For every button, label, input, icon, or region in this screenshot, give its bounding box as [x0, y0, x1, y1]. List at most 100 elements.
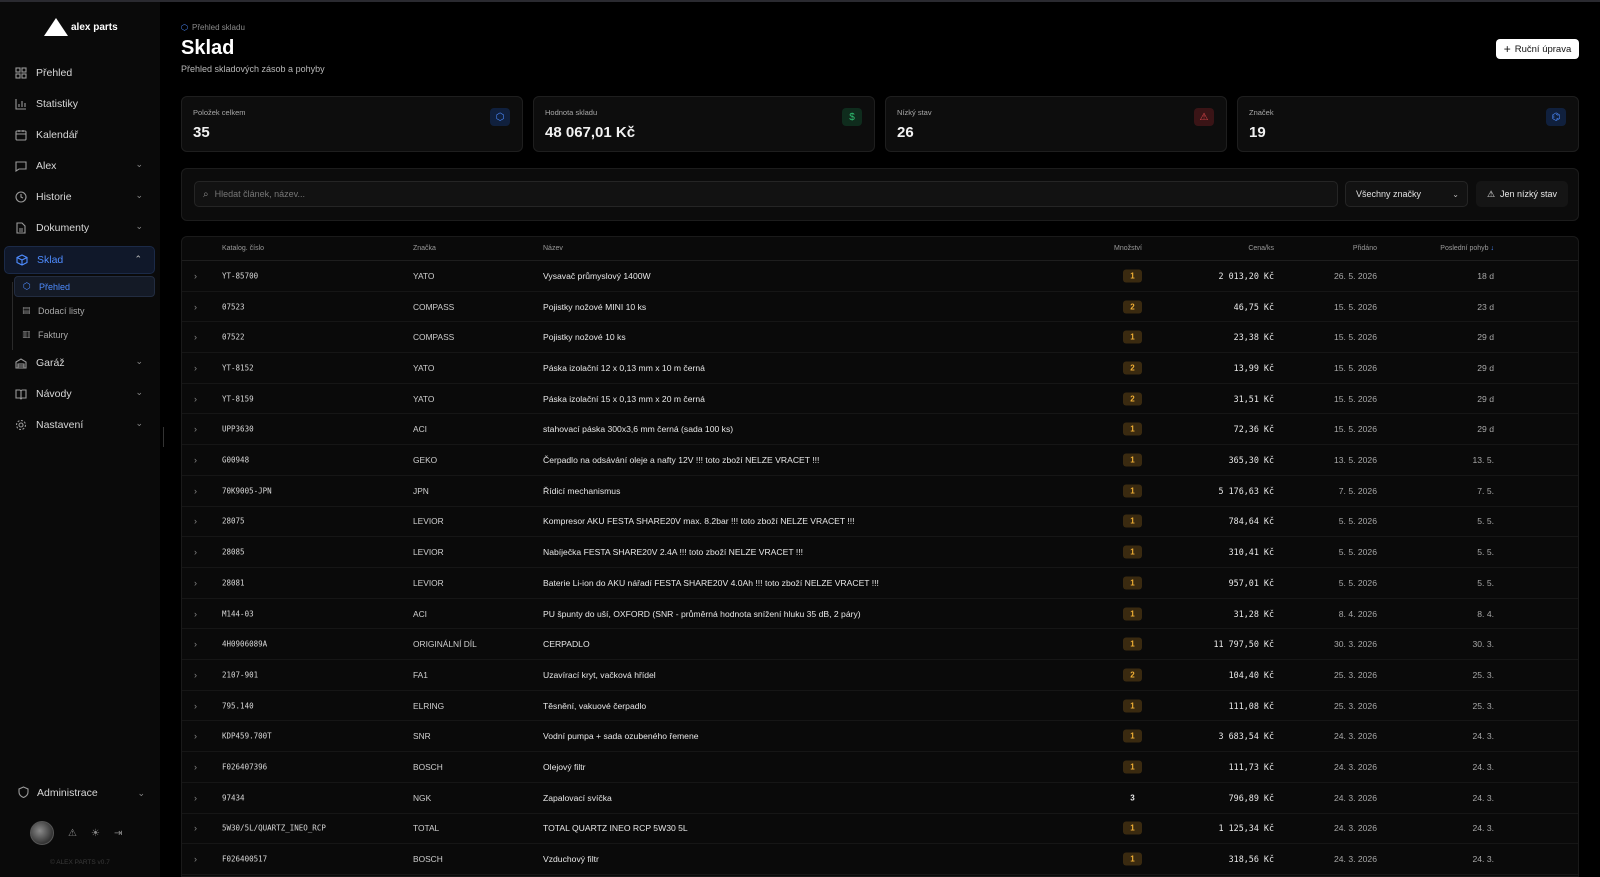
last-movement: 29 d: [1477, 393, 1494, 404]
column-header-name[interactable]: Název: [543, 245, 563, 252]
table-row[interactable]: › F026407396 BOSCH Olejový filtr 1 111,73 Kč 2…: [182, 752, 1578, 783]
expand-chevron-icon[interactable]: ›: [194, 424, 197, 434]
stat-label: Značek: [1249, 108, 1274, 117]
bar-chart-icon: [14, 97, 28, 111]
stat-value: 26: [897, 124, 914, 141]
sidebar-subitem-dodaci-listy[interactable]: ▤ Dodací listy: [14, 300, 155, 321]
column-header-brand[interactable]: Značka: [413, 245, 436, 252]
sidebar-item-historie[interactable]: Historie ⌄: [4, 183, 155, 211]
expand-chevron-icon[interactable]: ›: [194, 271, 197, 281]
table-row[interactable]: › 28081 LEVIOR Baterie Li-ion do AKU nářadí…: [182, 568, 1578, 599]
sidebar-subitem-faktury[interactable]: ▥ Faktury: [14, 324, 155, 345]
sidebar-item-nastaveni[interactable]: Nastavení ⌄: [4, 411, 155, 439]
item-name: CERPADLO: [543, 639, 590, 650]
logo[interactable]: alex parts: [44, 18, 118, 36]
brand: JPN: [413, 485, 429, 496]
table-row[interactable]: › 795.140 ELRING Těsnění, vakuové čerpadlo 1…: [182, 691, 1578, 722]
chevron-down-icon[interactable]: ⌄: [135, 356, 143, 367]
sidebar-item-sklad[interactable]: Sklad ⌃: [4, 246, 155, 274]
expand-chevron-icon[interactable]: ›: [194, 670, 197, 680]
item-name: Pojistky nožové 10 ks: [543, 332, 626, 343]
expand-chevron-icon[interactable]: ›: [194, 486, 197, 496]
expand-chevron-icon[interactable]: ›: [194, 332, 197, 342]
manual-adjust-button[interactable]: + Ruční úprava: [1496, 39, 1579, 59]
date-added: 15. 5. 2026: [1333, 301, 1377, 312]
table-row[interactable]: › 4H0906089A ORIGINÁLNÍ DÍL CERPADLO 1 11 797…: [182, 629, 1578, 661]
warning-icon[interactable]: ⚠: [68, 828, 77, 839]
search-input[interactable]: [214, 189, 1337, 199]
brand-select[interactable]: Všechny značky ⌄: [1345, 181, 1468, 207]
column-header-added[interactable]: Přidáno: [1353, 245, 1377, 252]
table-row[interactable]: › G00948 GEKO Čerpadlo na odsávání oleje a …: [182, 445, 1578, 476]
expand-chevron-icon[interactable]: ›: [194, 823, 197, 833]
sidebar-item-label: Historie: [36, 191, 72, 203]
window-top-border: [0, 0, 1600, 2]
table-row[interactable]: › KDP459.700T SNR Vodní pumpa + sada ozuben…: [182, 722, 1578, 753]
last-movement: 30. 3.: [1472, 639, 1494, 650]
column-header-catalog[interactable]: Katalog. číslo: [222, 245, 264, 252]
table-row[interactable]: › YT-8152 YATO Páska izolační 12 x 0,13 mm …: [182, 353, 1578, 384]
table-row[interactable]: › M144-03 ACI PU špunty do uší, OXFORD (SNR…: [182, 599, 1578, 630]
expand-chevron-icon[interactable]: ›: [194, 609, 197, 619]
chevron-down-icon[interactable]: ⌄: [135, 387, 143, 398]
sidebar-item-prehled[interactable]: Přehled: [4, 59, 155, 87]
stat-label: Položek celkem: [193, 108, 246, 117]
expand-chevron-icon[interactable]: ›: [194, 455, 197, 465]
table-row[interactable]: › 70K9005-JPN JPN Řídicí mechanismus 1 5 176,…: [182, 476, 1578, 507]
low-stock-filter-button[interactable]: ⚠ Jen nízký stav: [1476, 181, 1568, 207]
table-row[interactable]: › 07522 COMPASS Pojistky nožové 10 ks 1 23,38…: [182, 322, 1578, 354]
column-header-last-movement[interactable]: Poslední pohyb ↓: [1440, 245, 1494, 252]
expand-chevron-icon[interactable]: ›: [194, 793, 197, 803]
item-name: Baterie Li-ion do AKU nářadí FESTA SHARE…: [543, 577, 879, 588]
table-row[interactable]: › UPP3630 ACI stahovací páska 300x3,6 mm če…: [182, 415, 1578, 446]
sidebar-item-navody[interactable]: Návody ⌄: [4, 380, 155, 408]
table-row[interactable]: › 07523 COMPASS Pojistky nožové MINI 10 ks 2…: [182, 292, 1578, 323]
sidebar-item-statistiky[interactable]: Statistiky: [4, 90, 155, 118]
sidebar-subitem-prehled[interactable]: ⬡ Přehled: [14, 276, 155, 297]
table-row[interactable]: › 28085 LEVIOR Nabíječka FESTA SHARE20V 2.4…: [182, 537, 1578, 568]
column-header-price[interactable]: Cena/ks: [1248, 245, 1274, 252]
chevron-down-icon[interactable]: ⌄: [135, 190, 143, 201]
table-row[interactable]: › 2107-901 FA1 Uzavírací kryt, vačková hříd…: [182, 660, 1578, 691]
table-row[interactable]: › YT-85700 YATO Vysavač průmyslový 1400W 1 2 …: [182, 261, 1578, 292]
breadcrumb: ⬡ Přehled skladu: [181, 23, 245, 32]
expand-chevron-icon[interactable]: ›: [194, 578, 197, 588]
sidebar-resize-handle[interactable]: [163, 427, 164, 447]
last-movement: 7. 5.: [1477, 485, 1494, 496]
chevron-down-icon[interactable]: ⌄: [137, 788, 145, 799]
expand-chevron-icon[interactable]: ›: [194, 302, 197, 312]
last-movement: 24. 3.: [1472, 792, 1494, 803]
sun-icon[interactable]: ☀: [91, 828, 100, 839]
table-row[interactable]: › 28075 LEVIOR Kompresor AKU FESTA SHARE20V…: [182, 507, 1578, 538]
sidebar-item-administrace[interactable]: Administrace ⌄: [10, 782, 145, 804]
expand-chevron-icon[interactable]: ›: [194, 639, 197, 649]
sidebar-item-alex[interactable]: Alex ⌄: [4, 152, 155, 180]
chevron-down-icon[interactable]: ⌄: [135, 159, 143, 170]
sidebar-item-kalendar[interactable]: Kalendář: [4, 121, 155, 149]
expand-chevron-icon[interactable]: ›: [194, 701, 197, 711]
search-box[interactable]: ⌕: [194, 181, 1338, 207]
expand-chevron-icon[interactable]: ›: [194, 516, 197, 526]
chevron-down-icon[interactable]: ⌄: [135, 221, 143, 232]
expand-chevron-icon[interactable]: ›: [194, 731, 197, 741]
avatar[interactable]: [30, 821, 54, 845]
gear-icon: [14, 418, 28, 432]
chevron-down-icon[interactable]: ⌄: [135, 418, 143, 429]
expand-chevron-icon[interactable]: ›: [194, 394, 197, 404]
catalog-number: 5W30/5L/QUARTZ_INEO_RCP: [222, 823, 326, 833]
expand-chevron-icon[interactable]: ›: [194, 547, 197, 557]
chevron-up-icon[interactable]: ⌃: [134, 254, 142, 265]
column-header-qty[interactable]: Množství: [1114, 245, 1142, 252]
table-row[interactable]: › YT-8159 YATO Páska izolační 15 x 0,13 mm …: [182, 384, 1578, 415]
expand-chevron-icon[interactable]: ›: [194, 854, 197, 864]
breadcrumb-label[interactable]: Přehled skladu: [192, 23, 245, 32]
expand-chevron-icon[interactable]: ›: [194, 762, 197, 772]
table-row[interactable]: › 5W30/5L/QUARTZ_INEO_RCP TOTAL TOTAL QUART…: [182, 814, 1578, 845]
logout-icon[interactable]: ⇥: [114, 828, 122, 839]
expand-chevron-icon[interactable]: ›: [194, 363, 197, 373]
table-row[interactable]: › 97434 NGK Zapalovací svíčka 3 796,89 Kč 24. …: [182, 783, 1578, 814]
date-added: 24. 3. 2026: [1333, 762, 1377, 773]
table-row[interactable]: › F026400517 BOSCH Vzduchový filtr 1 318,56 K…: [182, 844, 1578, 875]
sidebar-item-garaz[interactable]: Garáž ⌄: [4, 349, 155, 377]
sidebar-item-dokumenty[interactable]: Dokumenty ⌄: [4, 214, 155, 242]
